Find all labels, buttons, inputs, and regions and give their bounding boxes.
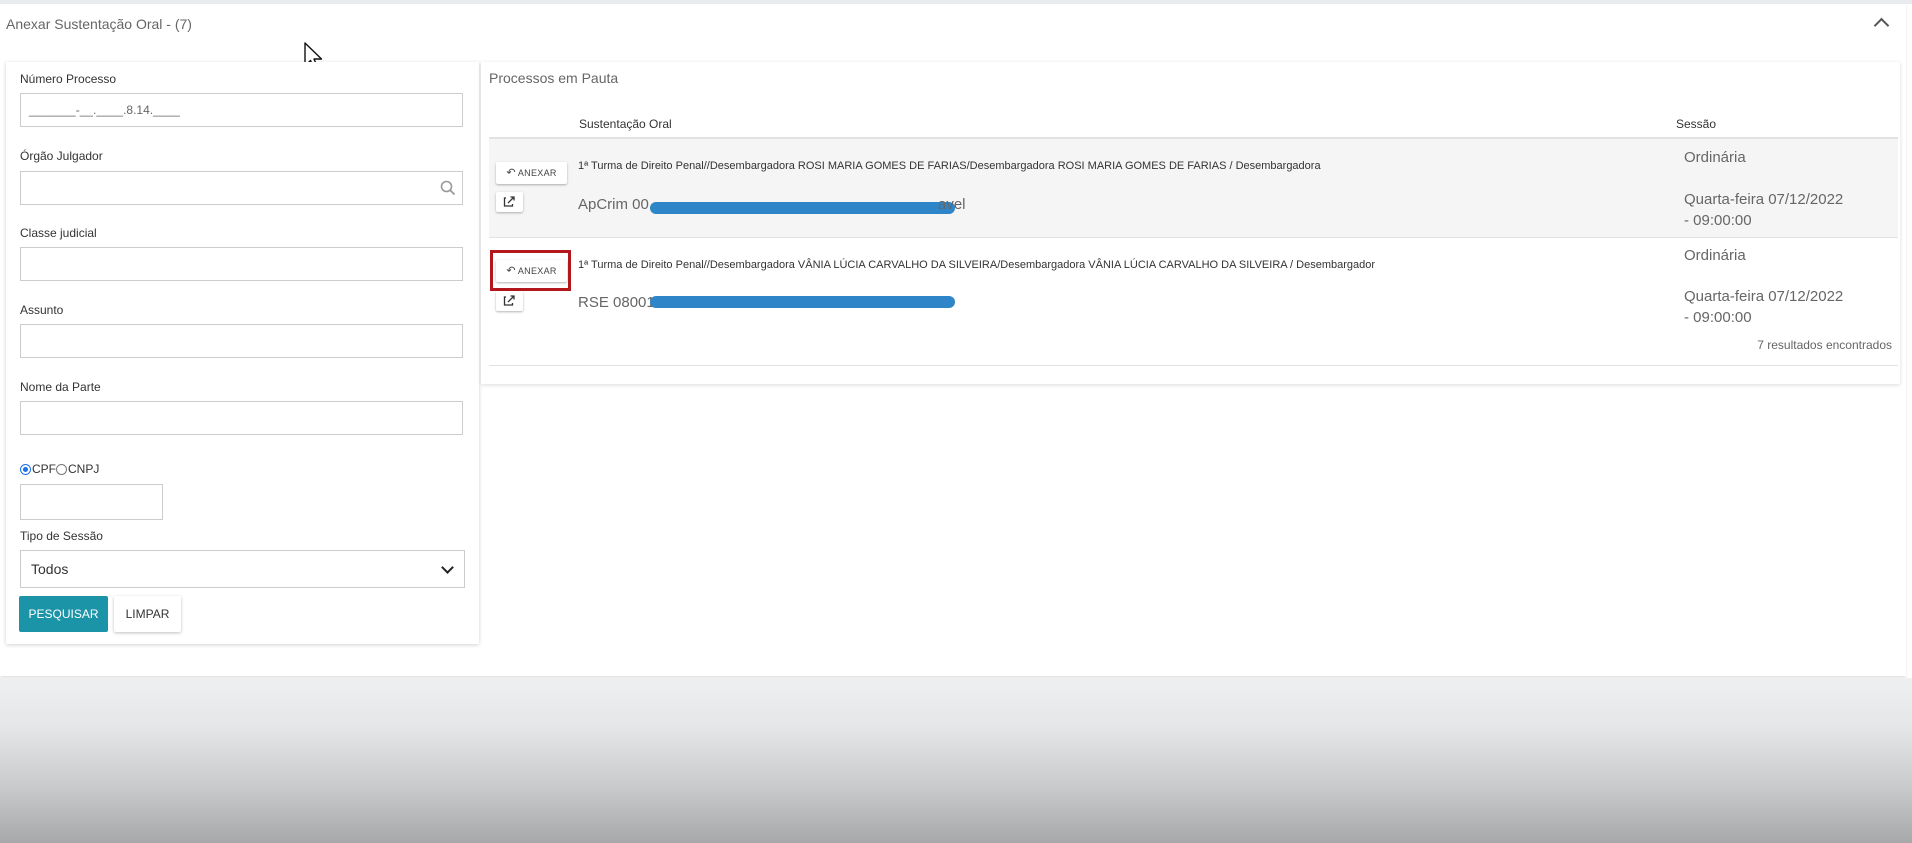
assunto-input[interactable]	[20, 324, 463, 358]
search-icon[interactable]	[440, 180, 456, 196]
footer-divider	[489, 365, 1898, 366]
results-count: 7 resultados encontrados	[1757, 338, 1892, 352]
nome-parte-label: Nome da Parte	[20, 380, 101, 394]
nome-parte-input[interactable]	[20, 401, 463, 435]
cpf-label: CPF	[32, 462, 56, 476]
tipo-sessao-label: Tipo de Sessão	[20, 529, 103, 543]
cnpj-label: CNPJ	[68, 462, 100, 476]
classe-judicial-label: Classe judicial	[20, 226, 97, 240]
assunto-label: Assunto	[20, 303, 64, 317]
numero-processo-input[interactable]: _______-__.____.8.14.____	[20, 93, 463, 127]
results-card: Processos em Pauta Sustentação Oral Sess…	[481, 62, 1900, 384]
edit-button[interactable]	[496, 192, 523, 212]
column-sessao: Sessão	[1676, 117, 1717, 131]
cpf-cnpj-input[interactable]	[20, 484, 163, 520]
process-number-prefix[interactable]: RSE 08001	[578, 294, 655, 311]
orgao-julgador-input[interactable]	[20, 171, 463, 205]
row-description: 1ª Turma de Direito Penal//Desembargador…	[578, 259, 1376, 271]
highlight-box	[490, 250, 571, 291]
session-date: Quarta-feira 07/12/2022	[1684, 288, 1844, 305]
tipo-sessao-select[interactable]: Todos	[20, 550, 465, 588]
filters-card: Número Processo _______-__.____.8.14.___…	[6, 62, 479, 644]
document-type-radios: CPF CNPJ	[20, 462, 99, 476]
table-row: ↶ ANEXAR 1ª Turma de Direito Penal//Desem…	[489, 238, 1898, 336]
clear-button[interactable]: LIMPAR	[114, 596, 181, 632]
external-link-icon	[503, 196, 515, 207]
redaction-mark	[650, 202, 955, 214]
results-title: Processos em Pauta	[489, 70, 619, 86]
background-area	[0, 678, 1912, 843]
tipo-sessao-value: Todos	[31, 561, 69, 577]
panel-title[interactable]: Anexar Sustentação Oral - (7)	[6, 16, 192, 32]
table-row: ↶ ANEXAR 1ª Turma de Direito Penal//Desem…	[489, 139, 1898, 237]
chevron-up-icon[interactable]	[1873, 17, 1890, 34]
external-link-icon	[503, 295, 515, 306]
chevron-down-icon	[441, 561, 454, 574]
session-date: Quarta-feira 07/12/2022	[1684, 191, 1844, 208]
session-type: Ordinária	[1684, 247, 1746, 264]
session-time: - 09:00:00	[1684, 212, 1752, 229]
redaction-mark	[650, 296, 955, 308]
search-button[interactable]: PESQUISAR	[19, 596, 108, 632]
edit-button[interactable]	[496, 291, 523, 311]
session-type: Ordinária	[1684, 149, 1746, 166]
classe-judicial-input[interactable]	[20, 247, 463, 281]
process-number-suffix[interactable]: avel	[938, 196, 966, 213]
sustentacao-oral-panel: Anexar Sustentação Oral - (7) Número Pro…	[0, 4, 1906, 676]
session-time: - 09:00:00	[1684, 309, 1752, 326]
column-sustentacao-oral: Sustentação Oral	[579, 117, 672, 131]
row-description: 1ª Turma de Direito Penal//Desembargador…	[578, 160, 1321, 172]
anexar-button[interactable]: ↶ ANEXAR	[496, 162, 567, 184]
reply-icon: ↶	[506, 167, 516, 179]
process-number-prefix[interactable]: ApCrim 00	[578, 196, 649, 213]
anexar-label: ANEXAR	[517, 168, 557, 178]
orgao-julgador-label: Órgão Julgador	[20, 149, 103, 163]
cpf-radio[interactable]	[20, 463, 31, 475]
numero-processo-label: Número Processo	[20, 72, 117, 86]
cnpj-radio[interactable]	[56, 463, 67, 475]
